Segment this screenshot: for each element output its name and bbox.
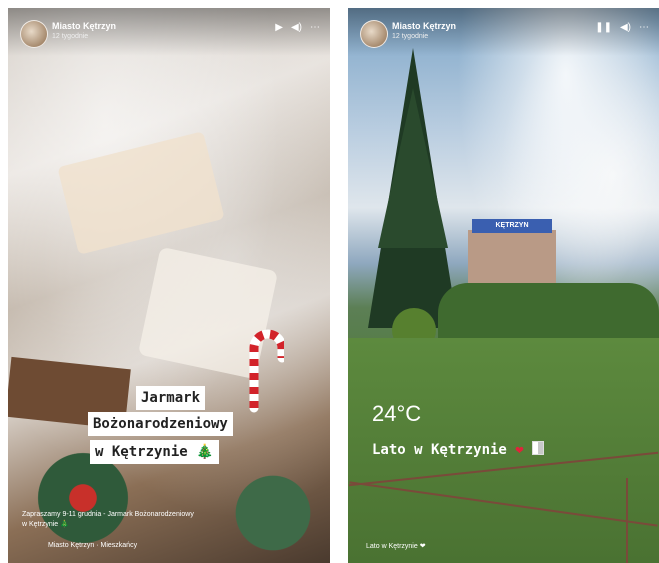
pause-icon[interactable]: ❚❚ [595,22,612,34]
pine-decoration-shape [223,468,323,558]
account-avatar[interactable] [20,20,48,48]
caption-lato: Lato w Kętrzynie ❤ [372,441,545,458]
caption-lato-text: Lato w Kętrzynie [372,442,507,458]
gingerbread-house-shape [57,131,225,255]
sound-icon[interactable]: ◀) [291,22,302,34]
polish-flag-icon [532,441,545,455]
sound-icon[interactable]: ◀) [620,22,631,34]
account-name[interactable]: Miasto Kętrzyn [392,21,456,31]
story-controls: ❚❚ ◀) ⋯ [595,22,649,34]
story-controls: ▶ ◀) ⋯ [275,22,320,34]
story-footer-meta: Miasto Kętrzyn · Mieszkańcy [48,542,138,549]
story-left[interactable]: Miasto Kętrzyn 12 tygodnie ▶ ◀) ⋯ Jarmar… [8,8,330,563]
account-avatar[interactable] [360,20,388,48]
account-name[interactable]: Miasto Kętrzyn [52,21,116,31]
temperature-label: 24°C [372,401,422,426]
story-left-photo [8,8,330,563]
account-subtitle: 12 tygodnie [52,33,89,40]
play-icon[interactable]: ▶ [275,22,283,34]
hedge-shape [438,283,659,343]
heart-icon: ❤ [515,442,524,458]
candy-cane-icon [249,329,284,413]
fence-post [626,478,628,563]
caption-line-1: Jarmark [136,386,206,410]
caption-line-3-text: w Kętrzynie 🎄 [95,444,214,460]
caption-line-3: w Kętrzynie 🎄 [90,440,219,464]
caption-line-2: Bożonarodzeniowy [88,412,233,436]
building-sign: KĘTRZYN [472,219,552,233]
story-description-line-2: w Kętrzynie 🎄 [22,521,69,528]
story-right[interactable]: KĘTRZYN Miasto Kętrzyn 12 tygodnie ❚❚ ◀)… [348,8,659,563]
story-description-line-1: Zapraszamy 9-11 grudnia - Jarmark Bożona… [22,511,194,518]
story-right-photo: KĘTRZYN [348,8,659,563]
account-subtitle: 12 tygodnie [392,33,429,40]
more-options-icon[interactable]: ⋯ [639,22,649,34]
story-footer-text: Lato w Kętrzynie ❤ [366,543,426,550]
more-options-icon[interactable]: ⋯ [310,22,320,34]
